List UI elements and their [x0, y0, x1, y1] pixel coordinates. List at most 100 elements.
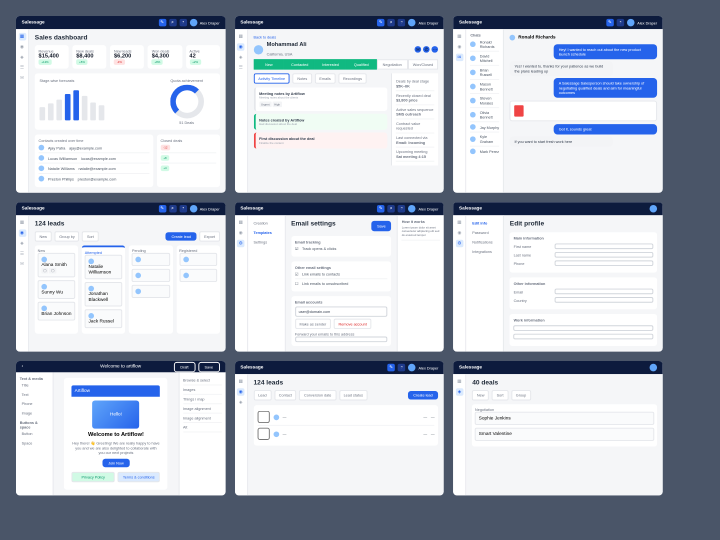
- bell-icon[interactable]: ◔: [398, 205, 406, 213]
- username[interactable]: Alex Draper: [200, 20, 220, 25]
- avatar[interactable]: [627, 19, 635, 27]
- attachment[interactable]: [510, 101, 657, 122]
- nav-item[interactable]: Templates: [252, 228, 281, 236]
- stage[interactable]: Interested: [315, 59, 346, 69]
- lead-card[interactable]: [179, 253, 217, 266]
- nav-chat-icon[interactable]: ✉: [18, 74, 26, 82]
- country-input[interactable]: [555, 297, 653, 303]
- table-row[interactable]: ———: [257, 409, 434, 426]
- forward-input[interactable]: [295, 337, 388, 343]
- nav-icon[interactable]: ▦: [18, 219, 26, 227]
- contact-row[interactable]: Natalie Williamsnatalie@example.com: [39, 164, 150, 174]
- search-icon[interactable]: ⌕: [169, 19, 177, 27]
- work-input[interactable]: [514, 334, 654, 340]
- contact-row[interactable]: Ajay Patraajay@example.com: [39, 143, 150, 153]
- action-icon[interactable]: ⋯: [432, 46, 439, 53]
- kpi-card[interactable]: Won deals$4,300+8%: [148, 45, 182, 69]
- filter[interactable]: New: [472, 390, 489, 400]
- chat-contact[interactable]: David Mitchell: [470, 52, 499, 66]
- lead-card[interactable]: [132, 253, 170, 266]
- avatar[interactable]: [650, 205, 658, 213]
- rp-item[interactable]: Deals by deal stage$5K–6K: [396, 77, 435, 91]
- remove-btn[interactable]: Remove account: [334, 319, 372, 329]
- prop[interactable]: Browse & select: [183, 376, 222, 385]
- checkbox[interactable]: [257, 428, 269, 440]
- chat-contact[interactable]: Mark Perez: [470, 147, 499, 156]
- compose-icon[interactable]: ✎: [377, 19, 385, 27]
- deal-card[interactable]: Smart Valentine: [475, 428, 654, 441]
- chat-msg[interactable]: Yes! I wanted to, thanks for your patien…: [510, 61, 613, 76]
- block-item[interactable]: Phone: [20, 400, 49, 408]
- bell-icon[interactable]: ◔: [398, 19, 406, 27]
- logo[interactable]: Salessage: [240, 20, 263, 26]
- deal-card[interactable]: Sophie Jenkins: [475, 412, 654, 425]
- back-link[interactable]: Back to deals: [253, 35, 438, 40]
- block-item[interactable]: Space: [20, 439, 49, 447]
- nav-icon[interactable]: ◉: [18, 229, 26, 237]
- rp-item[interactable]: Last connected viaEmail: Incoming: [396, 134, 435, 148]
- nav-icon[interactable]: ◉: [456, 229, 464, 237]
- tab[interactable]: Activity Timeline: [253, 73, 289, 83]
- logo[interactable]: Salessage: [240, 206, 263, 212]
- filter[interactable]: Lead: [253, 390, 271, 400]
- contact-row[interactable]: Preston Phillipspreston@example.com: [39, 174, 150, 183]
- create-lead-button[interactable]: Create lead: [408, 391, 439, 399]
- nav-icon[interactable]: ◉: [237, 43, 245, 51]
- checkbox[interactable]: [257, 411, 269, 423]
- nav-icon[interactable]: ▦: [456, 219, 464, 227]
- prop[interactable]: Alt: [183, 423, 222, 432]
- last-name-input[interactable]: [555, 252, 653, 258]
- timeline-item[interactable]: Meeting notes by ArtiflowMeeting notes a…: [253, 87, 387, 111]
- create-lead-button[interactable]: Create lead: [166, 232, 197, 240]
- avatar[interactable]: [189, 19, 197, 27]
- chat-contact[interactable]: Brian Russell: [470, 66, 499, 80]
- nav-icon[interactable]: ⚙: [237, 240, 245, 248]
- filter[interactable]: Contact: [274, 390, 296, 400]
- kpi-card[interactable]: Active42+2%: [186, 45, 220, 69]
- kpi-card[interactable]: New leads$6,200-3%: [110, 45, 144, 69]
- phone-input[interactable]: [555, 260, 653, 266]
- rp-item[interactable]: Active sales sequenceSMS outreach: [396, 105, 435, 119]
- avatar[interactable]: [408, 205, 416, 213]
- lead-card[interactable]: Jonathan Blackwell: [85, 282, 123, 306]
- nav-item[interactable]: Settings: [252, 238, 281, 246]
- avatar[interactable]: [408, 19, 416, 27]
- logo[interactable]: Salessage: [240, 365, 263, 371]
- nav-icon[interactable]: ☰: [237, 64, 245, 72]
- nav-icon[interactable]: ▦: [456, 378, 464, 386]
- nav-icon[interactable]: ◉: [237, 388, 245, 396]
- nav-icon[interactable]: ◈: [18, 240, 26, 248]
- nav-deals-icon[interactable]: ◈: [18, 54, 26, 62]
- nav-item[interactable]: Integrations: [470, 247, 499, 255]
- save-button[interactable]: Save: [372, 221, 392, 231]
- tab[interactable]: Emails: [315, 73, 336, 83]
- kpi-card[interactable]: Revenue$15,400+12%: [35, 45, 69, 69]
- nav-icon[interactable]: ⚙: [456, 240, 464, 248]
- chat-msg[interactable]: Got it, sounds great: [554, 124, 657, 134]
- lead-card[interactable]: Natalie Williamson: [85, 255, 123, 279]
- nav-icon[interactable]: ✉: [456, 54, 464, 62]
- logo[interactable]: Salessage: [459, 206, 482, 212]
- deal-row[interactable]: +4: [161, 164, 216, 173]
- bell-icon[interactable]: ◔: [179, 19, 187, 27]
- logo[interactable]: Salessage: [22, 206, 45, 212]
- compose-icon[interactable]: ✎: [377, 205, 385, 213]
- chat-contact[interactable]: Kyle Graham: [470, 133, 499, 147]
- nav-icon[interactable]: ✉: [18, 260, 26, 268]
- nav-icon[interactable]: ◉: [237, 229, 245, 237]
- export-btn[interactable]: Export: [199, 231, 219, 241]
- compose-icon[interactable]: ✎: [158, 19, 166, 27]
- action-icon[interactable]: ✉: [415, 46, 422, 53]
- nav-icon[interactable]: ◈: [456, 388, 464, 396]
- chat-contact[interactable]: Jay Murphy: [470, 122, 499, 132]
- nav-icon[interactable]: ◈: [237, 54, 245, 62]
- filter-btn[interactable]: Sort: [82, 231, 98, 241]
- avatar[interactable]: [650, 364, 658, 372]
- tab[interactable]: Notes: [293, 73, 312, 83]
- nav-icon[interactable]: ▦: [237, 378, 245, 386]
- deal-row[interactable]: +8: [161, 153, 216, 163]
- action-icon[interactable]: ✆: [423, 46, 430, 53]
- checkbox-row[interactable]: ☑ Link emails to contacts: [295, 270, 388, 279]
- filter-btn[interactable]: Group by: [55, 231, 80, 241]
- tab[interactable]: Recordings: [338, 73, 366, 83]
